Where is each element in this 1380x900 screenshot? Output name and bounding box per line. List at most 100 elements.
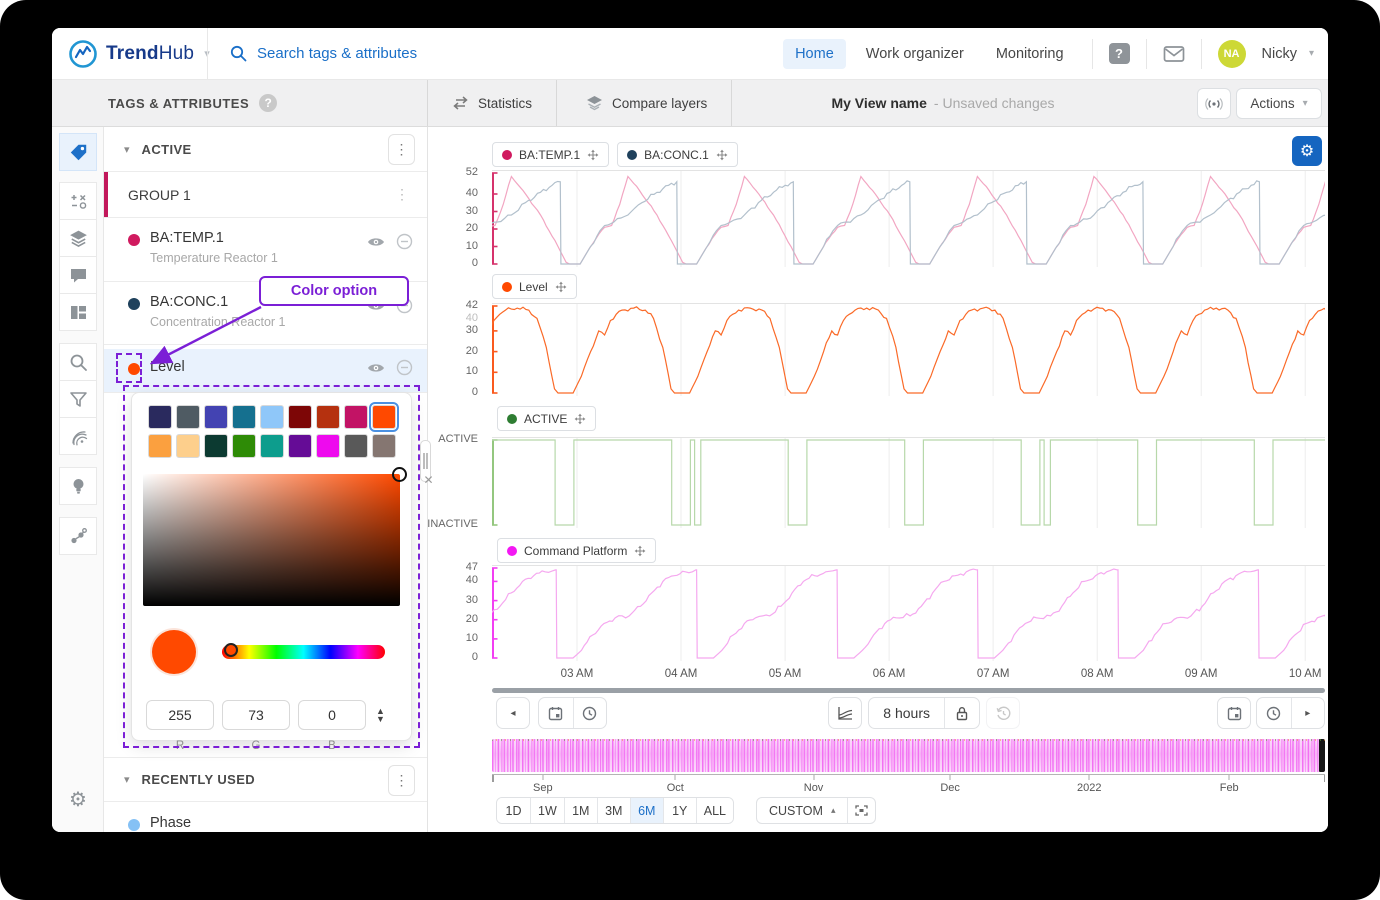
rail-fingerprint-button[interactable]	[59, 417, 97, 455]
duration-button[interactable]: 8 hours	[869, 698, 944, 728]
rail-search-button[interactable]	[59, 343, 97, 381]
section-active-menu-button[interactable]: ⋮	[388, 134, 415, 165]
custom-range-button[interactable]: CUSTOM ▴	[757, 798, 847, 823]
nav-work-organizer[interactable]: Work organizer	[854, 39, 976, 69]
tab-compare-layers[interactable]: Compare layers	[562, 80, 732, 126]
chevron-down-icon[interactable]: ▾	[124, 143, 130, 156]
pan-left-button[interactable]: ◂	[496, 697, 530, 729]
legend-chip-command-platform[interactable]: Command Platform	[497, 538, 656, 563]
month-tick	[1229, 775, 1230, 780]
rail-comments-button[interactable]	[59, 256, 97, 294]
move-icon[interactable]	[555, 281, 567, 293]
user-avatar[interactable]: NA	[1218, 40, 1246, 68]
dashboard-icon	[69, 303, 88, 322]
help-icon[interactable]: ?	[1109, 43, 1130, 64]
frame-corners-icon	[855, 805, 868, 816]
tag-name: Phase	[150, 815, 413, 831]
section-recent-menu-button[interactable]: ⋮	[388, 765, 415, 796]
chart-temp-conc: BA:TEMP.1 BA:CONC.1 52403020100	[428, 142, 1328, 267]
tag-color-dot[interactable]	[128, 819, 140, 831]
preset-1d[interactable]: 1D	[497, 798, 530, 823]
actions-button[interactable]: Actions ▾	[1236, 88, 1322, 119]
chevron-up-icon: ▴	[831, 805, 836, 816]
end-calendar-button[interactable]	[1217, 697, 1251, 729]
preset-3m[interactable]: 3M	[597, 798, 630, 823]
move-icon[interactable]	[634, 545, 646, 557]
overview-timeline-strip[interactable]	[492, 739, 1325, 772]
preset-all[interactable]: ALL	[696, 798, 733, 823]
user-menu-chevron-icon[interactable]: ▾	[1309, 48, 1314, 59]
preset-1w[interactable]: 1W	[530, 798, 564, 823]
move-icon[interactable]	[574, 413, 586, 425]
end-time-button[interactable]	[1257, 698, 1291, 728]
tag-row-ba-temp-1[interactable]: BA:TEMP.1 Temperature Reactor 1	[104, 218, 427, 282]
search-placeholder: Search tags & attributes	[257, 45, 417, 62]
preset-6m[interactable]: 6M	[630, 798, 663, 823]
tag-color-dot[interactable]	[128, 234, 140, 246]
move-icon[interactable]	[716, 149, 728, 161]
rail-filter-button[interactable]	[59, 380, 97, 418]
trend-mode-button[interactable]	[828, 697, 862, 729]
mail-icon[interactable]	[1163, 45, 1185, 63]
visibility-eye-icon[interactable]	[367, 362, 385, 374]
legend-chip-level[interactable]: Level	[492, 274, 577, 299]
panel-header: TAGS & ATTRIBUTES ?	[52, 80, 428, 126]
remove-minus-icon[interactable]	[396, 233, 413, 250]
lock-icon	[955, 706, 969, 721]
chart-plot[interactable]	[492, 437, 1325, 528]
group-menu-icon[interactable]: ⋮	[395, 186, 409, 203]
time-axis-scrollbar[interactable]	[492, 688, 1325, 693]
pan-right-button[interactable]: ▸	[1291, 698, 1325, 728]
nav-home[interactable]: Home	[783, 39, 846, 69]
section-recent-header[interactable]: ▾ RECENTLY USED ⋮	[104, 757, 427, 802]
tag-color-dot[interactable]	[128, 298, 140, 310]
fit-range-button[interactable]	[847, 798, 875, 823]
window-frame: TrendHub ▾ Search tags & attributes Home…	[0, 0, 1380, 900]
clock-icon	[582, 706, 597, 721]
chevron-down-icon[interactable]: ▾	[124, 773, 130, 786]
visibility-eye-icon[interactable]	[367, 236, 385, 248]
rail-tags-button[interactable]	[59, 133, 97, 171]
legend-chip-active[interactable]: ACTIVE	[497, 406, 596, 431]
chart-plot[interactable]	[492, 303, 1325, 396]
rail-settings-button[interactable]: ⚙	[59, 780, 97, 818]
rail-layers-button[interactable]	[59, 219, 97, 257]
panel-close-icon[interactable]: ✕	[422, 474, 435, 487]
tag-name: Level	[150, 359, 367, 375]
preset-1y[interactable]: 1Y	[663, 798, 696, 823]
legend-label: BA:TEMP.1	[519, 148, 580, 162]
lock-duration-button[interactable]	[944, 698, 979, 728]
node-graph-icon	[69, 527, 88, 546]
tag-row-phase[interactable]: Phase	[104, 803, 427, 832]
nav-monitoring[interactable]: Monitoring	[984, 39, 1076, 69]
panel-help-icon[interactable]: ?	[259, 94, 277, 112]
section-active-header[interactable]: ▾ ACTIVE ⋮	[104, 127, 427, 172]
app-logo[interactable]: TrendHub ▾	[52, 39, 207, 69]
legend-chip-ba-temp-1[interactable]: BA:TEMP.1	[492, 142, 609, 167]
legend-dot	[502, 150, 512, 160]
live-mode-button[interactable]	[1197, 88, 1231, 119]
history-refresh-button[interactable]	[986, 697, 1020, 729]
tab-statistics[interactable]: Statistics	[428, 80, 557, 126]
rail-calculations-button[interactable]	[59, 182, 97, 220]
tag-name: BA:TEMP.1	[150, 230, 367, 246]
charts-area: ⚙ BA:TEMP.1 BA:CONC.1 52403020100	[428, 127, 1328, 832]
rail-context-items-button[interactable]	[59, 517, 97, 555]
group-row[interactable]: GROUP 1 ⋮	[104, 172, 427, 218]
rail-recommendations-button[interactable]	[59, 467, 97, 505]
chart-plot[interactable]	[492, 565, 1325, 661]
legend-chip-ba-conc-1[interactable]: BA:CONC.1	[617, 142, 738, 167]
y-tick-label: 20	[466, 345, 478, 357]
chart-plot[interactable]	[492, 170, 1325, 267]
start-time-button[interactable]	[573, 698, 607, 728]
start-calendar-button[interactable]	[539, 698, 573, 728]
preset-1m[interactable]: 1M	[564, 798, 597, 823]
remove-minus-icon[interactable]	[396, 359, 413, 376]
chart-level: Level 42403020100	[428, 274, 1328, 396]
move-icon[interactable]	[587, 149, 599, 161]
overview-selection-handle[interactable]	[1319, 739, 1325, 772]
rail-dashboard-button[interactable]	[59, 293, 97, 331]
chart-active: ACTIVE ACTIVEINACTIVE	[428, 406, 1328, 528]
search-input[interactable]: Search tags & attributes	[208, 45, 417, 62]
legend-label: ACTIVE	[524, 412, 567, 426]
